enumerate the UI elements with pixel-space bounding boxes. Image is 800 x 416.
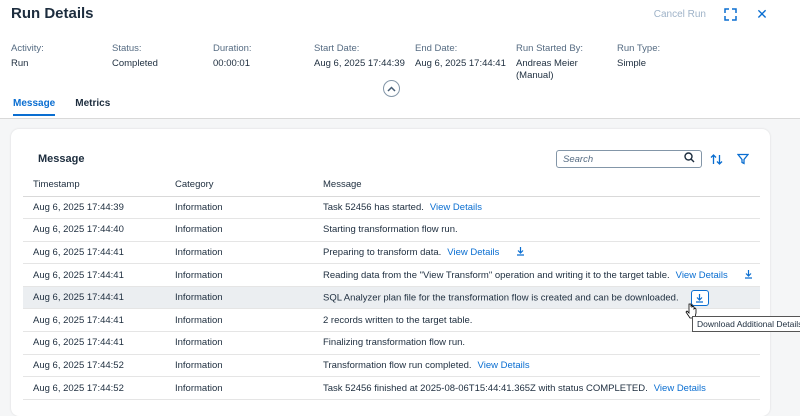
tooltip: Download Additional Details <box>692 316 800 332</box>
attribute-label: Run Started By: <box>516 43 584 54</box>
category-cell: Information <box>165 241 313 265</box>
attribute-2: Duration: 00:00:01 <box>213 43 314 82</box>
view-details-link[interactable]: View Details <box>447 247 499 258</box>
messages-card: Message Timestamp Category Message Aug 6… <box>11 129 770 416</box>
attribute-label: Status: <box>112 43 142 54</box>
view-details-link[interactable]: View Details <box>478 360 530 371</box>
attribute-label: Duration: <box>213 43 252 54</box>
table-row: Aug 6, 2025 17:44:40 Information Starting … <box>23 218 760 242</box>
message-cell: Finalizing transformation flow run. <box>313 331 760 355</box>
column-header-category[interactable]: Category <box>165 174 313 197</box>
messages-table: Timestamp Category Message Aug 6, 2025 1… <box>23 174 760 400</box>
attribute-value: Andreas Meier (Manual) <box>516 58 578 81</box>
attribute-label: Run Type: <box>617 43 661 54</box>
attribute-label: Start Date: <box>314 43 360 54</box>
category-cell: Information <box>165 196 313 220</box>
message-cell: Preparing to transform data. View Details <box>313 241 760 265</box>
search-icon[interactable] <box>684 152 695 166</box>
table-row: Aug 6, 2025 17:44:39 Information Task 5245… <box>23 196 760 220</box>
header-actions: Cancel Run ✕ <box>654 6 770 22</box>
sort-icon[interactable] <box>708 151 724 167</box>
timestamp-cell: Aug 6, 2025 17:44:41 <box>23 241 165 265</box>
search-input[interactable] <box>563 153 684 165</box>
attribute-3: Start Date: Aug 6, 2025 17:44:39 <box>314 43 415 82</box>
dialog-header: Run Details Cancel Run ✕ Activity: Run Sta… <box>0 0 800 124</box>
message-text: Task 52456 has started. <box>323 201 424 213</box>
download-icon[interactable] <box>513 246 527 259</box>
collapse-header-button[interactable] <box>383 80 400 97</box>
attribute-0: Activity: Run <box>11 43 112 82</box>
page-title: Run Details <box>11 5 94 22</box>
view-details-link[interactable]: View Details <box>676 270 728 281</box>
category-cell: Information <box>165 376 313 400</box>
category-cell: Information <box>165 218 313 242</box>
message-text: Reading data from the "View Transform" o… <box>323 269 670 281</box>
attribute-value: Aug 6, 2025 17:44:39 <box>314 58 405 69</box>
category-cell: Information <box>165 263 313 287</box>
table-row: Aug 6, 2025 17:44:41 Information 2 records… <box>23 308 760 333</box>
category-cell: Information <box>165 308 313 333</box>
view-details-link[interactable]: View Details <box>654 383 706 394</box>
message-text: Preparing to transform data. <box>323 247 442 258</box>
attribute-1: Status: Completed <box>112 43 213 82</box>
timestamp-cell: Aug 6, 2025 17:44:52 <box>23 376 165 400</box>
attribute-value: Run <box>11 58 29 69</box>
message-cell: Task 52456 has started. View Details <box>313 196 760 220</box>
run-attributes: Activity: Run Status: Completed Duration: 00:… <box>11 43 718 82</box>
table-row: Aug 6, 2025 17:44:41 Information Preparing… <box>23 241 760 265</box>
card-title: Message <box>38 153 85 165</box>
filter-icon[interactable] <box>735 151 751 167</box>
cancel-run-button[interactable]: Cancel Run <box>654 9 706 20</box>
table-row: Aug 6, 2025 17:44:41 Information SQL Analy… <box>23 286 760 310</box>
message-text: Starting transformation flow run. <box>323 224 458 236</box>
close-icon[interactable]: ✕ <box>754 6 770 22</box>
tab-message[interactable]: Message <box>13 98 56 116</box>
message-cell: Starting transformation flow run. <box>313 218 760 242</box>
download-icon[interactable] <box>742 269 756 282</box>
table-row: Aug 6, 2025 17:44:52 Information Task 5245… <box>23 376 760 400</box>
message-text: SQL Analyzer plan file for the transform… <box>323 292 679 304</box>
attribute-label: End Date: <box>415 43 458 54</box>
category-cell: Information <box>165 331 313 355</box>
tab-bar: Message Metrics <box>13 98 110 116</box>
table-row: Aug 6, 2025 17:44:41 Information Finalizin… <box>23 331 760 355</box>
table-row: Aug 6, 2025 17:44:41 Information Reading d… <box>23 263 760 287</box>
attribute-value: Aug 6, 2025 17:44:41 <box>415 58 506 69</box>
attribute-value: Simple <box>617 58 647 69</box>
fullscreen-icon[interactable] <box>722 6 738 22</box>
timestamp-cell: Aug 6, 2025 17:44:52 <box>23 354 165 378</box>
column-header-message[interactable]: Message <box>313 174 760 197</box>
timestamp-cell: Aug 6, 2025 17:44:41 <box>23 308 165 333</box>
view-details-link[interactable]: View Details <box>430 202 482 213</box>
category-cell: Information <box>165 286 313 310</box>
attribute-5: Run Started By: Andreas Meier (Manual) <box>516 43 617 82</box>
message-text: Transformation flow run completed. <box>323 359 472 371</box>
attribute-4: End Date: Aug 6, 2025 17:44:41 <box>415 43 516 82</box>
timestamp-cell: Aug 6, 2025 17:44:41 <box>23 286 165 310</box>
timestamp-cell: Aug 6, 2025 17:44:41 <box>23 331 165 355</box>
message-cell: Reading data from the "View Transform" o… <box>313 263 760 287</box>
attribute-value: 00:00:01 <box>213 58 250 69</box>
column-header-timestamp[interactable]: Timestamp <box>23 174 165 197</box>
content-area: Message Timestamp Category Message Aug 6… <box>0 119 800 416</box>
message-cell: Transformation flow run completed. View D… <box>313 354 760 378</box>
category-cell: Information <box>165 354 313 378</box>
timestamp-cell: Aug 6, 2025 17:44:40 <box>23 218 165 242</box>
message-text: Finalizing transformation flow run. <box>323 337 466 349</box>
attribute-value: Completed <box>112 58 158 69</box>
attribute-label: Activity: <box>11 43 44 54</box>
message-text: Task 52456 finished at 2025-08-06T15:44:… <box>323 382 648 394</box>
tab-metrics[interactable]: Metrics <box>75 98 110 116</box>
search-field[interactable] <box>556 150 702 168</box>
message-text: 2 records written to the target table. <box>323 314 473 326</box>
timestamp-cell: Aug 6, 2025 17:44:39 <box>23 196 165 220</box>
table-header-row: Timestamp Category Message <box>23 174 760 197</box>
timestamp-cell: Aug 6, 2025 17:44:41 <box>23 263 165 287</box>
attribute-6: Run Type: Simple <box>617 43 718 82</box>
table-row: Aug 6, 2025 17:44:52 Information Transform… <box>23 354 760 378</box>
message-cell: Task 52456 finished at 2025-08-06T15:44:… <box>313 376 760 400</box>
